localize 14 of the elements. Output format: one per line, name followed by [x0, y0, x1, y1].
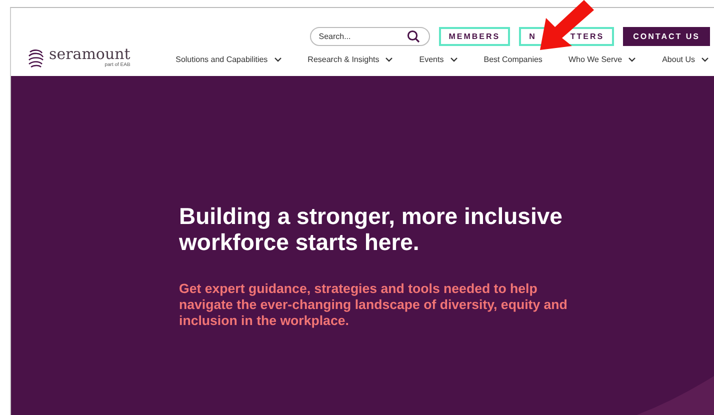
nav-link[interactable]: Solutions and Capabilities [176, 55, 282, 64]
search-icon [406, 30, 420, 43]
search-field[interactable]: Search... [310, 27, 430, 46]
hero-subheading: Get expert guidance, strategies and tools needed to help navigate the ever-changing landscape of diversity, equity and inclusion in the workplace. [179, 281, 568, 329]
header-button[interactable]: CONTACT US [623, 27, 710, 46]
nav-link[interactable]: Who We Serve [568, 55, 636, 64]
hero-heading: Building a stronger, more inclusive workforce starts here. [179, 203, 564, 255]
nav-link[interactable]: Events [419, 55, 458, 64]
nav-link[interactable]: Best Companies [484, 55, 542, 64]
nav-link[interactable]: About Us [662, 55, 709, 64]
nav-link[interactable]: Research & Insights [308, 55, 394, 64]
header-button[interactable]: MEMBERS [438, 27, 510, 46]
logo-swirl-icon [27, 48, 45, 68]
logo-wordmark: seramount [49, 47, 130, 62]
